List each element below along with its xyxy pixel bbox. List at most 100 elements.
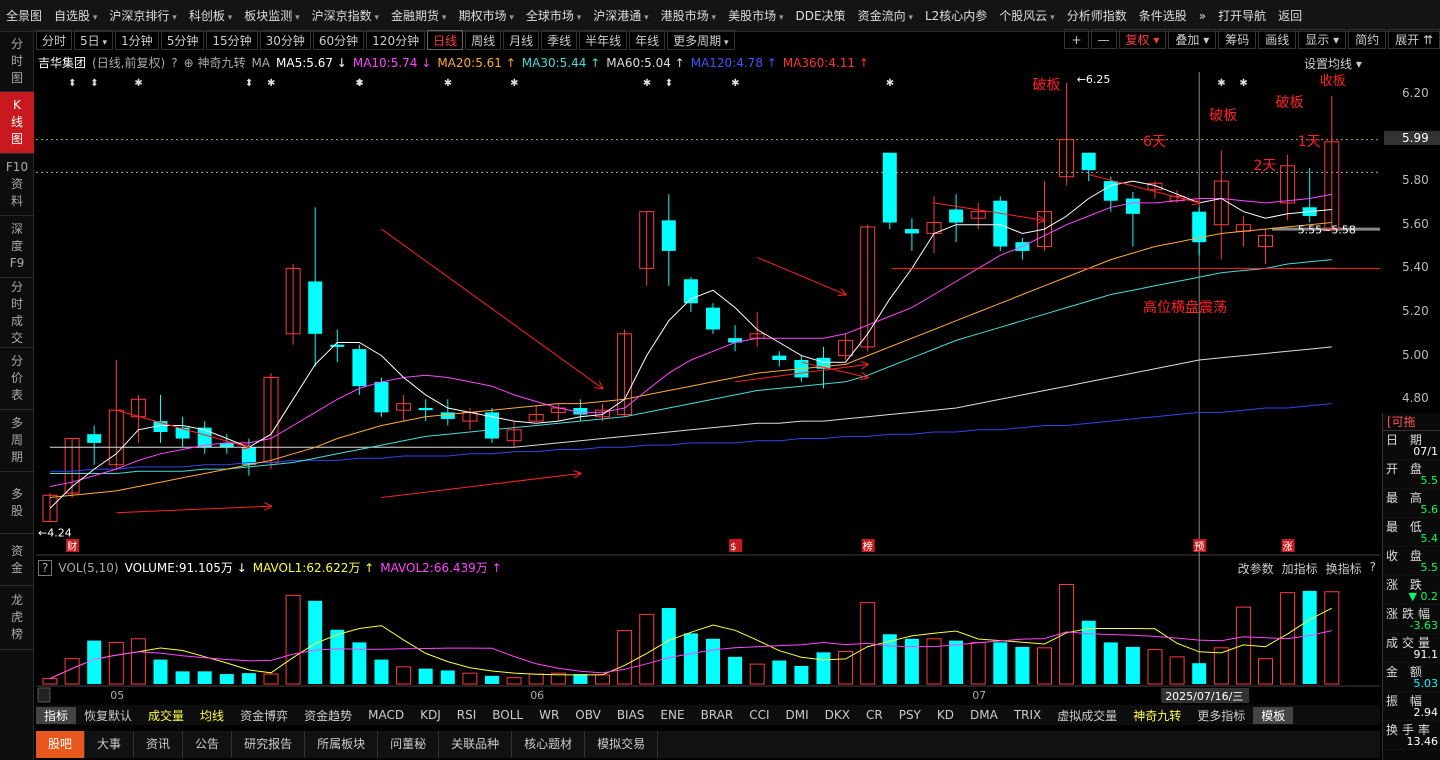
period-tab-15分钟[interactable]: 15分钟 — [206, 29, 258, 50]
volume-bar-down — [374, 659, 389, 684]
period-tab-30分钟[interactable]: 30分钟 — [259, 29, 311, 50]
indicator-成交量[interactable]: 成交量 — [140, 707, 192, 724]
chart-right-tools: + — 复权 ▾ 叠加 ▾ 筹码 画线 显示 ▾ 简约 展开 ⇈ — [1062, 28, 1440, 50]
indicator-BRAR[interactable]: BRAR — [693, 708, 742, 722]
bottom-tab-关联品种[interactable]: 关联品种 — [439, 731, 513, 758]
chart-tool-4[interactable]: 筹码 — [1218, 29, 1257, 49]
sidebar-item-1[interactable]: K 线 图 — [0, 92, 34, 154]
quote-value-2: 5.6 — [1420, 503, 1439, 516]
price-tick-0: 6.20 — [1402, 85, 1429, 100]
indicator-CCI[interactable]: CCI — [741, 708, 777, 722]
period-tab-年线[interactable]: 年线 — [629, 29, 666, 50]
indicator-虚拟成交量[interactable]: 虚拟成交量 — [1049, 707, 1125, 724]
bottom-tab-资讯[interactable]: 资讯 — [134, 731, 184, 758]
bottom-tab-股吧[interactable]: 股吧 — [36, 731, 86, 758]
bottom-tab-研究报告[interactable]: 研究报告 — [232, 731, 306, 758]
sidebar-item-2[interactable]: F10 资 料 — [0, 154, 34, 216]
indicator-OBV[interactable]: OBV — [567, 708, 609, 722]
indicator-恢复默认[interactable]: 恢复默认 — [76, 707, 140, 724]
indicator-ENE[interactable]: ENE — [652, 708, 692, 722]
indicator-DMI[interactable]: DMI — [778, 708, 817, 722]
period-tab-周线[interactable]: 周线 — [465, 29, 502, 50]
ma-legend-2[interactable]: ? — [171, 56, 177, 70]
indicator-BOLL[interactable]: BOLL — [484, 708, 531, 722]
bottom-tab-公告[interactable]: 公告 — [183, 731, 233, 758]
chart-tool-7[interactable]: 简约 — [1348, 29, 1387, 49]
period-tab-1分钟[interactable]: 1分钟 — [115, 29, 159, 50]
top-marker-8: ✱ — [510, 78, 518, 89]
vol-tool-3[interactable]: ? — [1370, 560, 1376, 577]
top-marker-14: ✱ — [1239, 78, 1247, 89]
vol-tool-1[interactable]: 加指标 — [1282, 560, 1318, 577]
sidebar-item-7[interactable]: 多 股 — [0, 472, 34, 534]
period-tab-月线[interactable]: 月线 — [503, 29, 540, 50]
indicator-DMA[interactable]: DMA — [962, 708, 1006, 722]
sidebar-item-0[interactable]: 分 时 图 — [0, 32, 34, 92]
bottom-tab-大事[interactable]: 大事 — [85, 731, 135, 758]
kline-chart-area[interactable]: 破板 ←6.25 6天 破板 2天 破板 1天 收板 高位横盘震荡 ←4.24 5.55~5.58 ⬍… — [36, 0, 1380, 760]
indicator-资金趋势[interactable]: 资金趋势 — [296, 707, 360, 724]
kline-chart-svg[interactable]: 破板 ←6.25 6天 破板 2天 破板 1天 收板高位横盘震荡 ←4.24 5.55~5.58 ⬍… — [36, 0, 1380, 760]
chart-tool-5[interactable]: 画线 — [1258, 29, 1297, 49]
period-tab-日线[interactable]: 日线 — [427, 29, 464, 50]
period-tab-5分钟[interactable]: 5分钟 — [160, 29, 205, 50]
period-tab-60分钟[interactable]: 60分钟 — [312, 29, 365, 50]
chart-tool-3[interactable]: 叠加 ▾ — [1168, 29, 1217, 49]
chart-tool-6[interactable]: 显示 ▾ — [1298, 29, 1347, 49]
chart-tool-8[interactable]: 展开 ⇈ — [1388, 29, 1440, 49]
period-tab-120分钟[interactable]: 120分钟 — [366, 29, 426, 50]
indicator-PSY[interactable]: PSY — [891, 708, 929, 722]
bottom-tab-所属板块[interactable]: 所属板块 — [305, 731, 379, 758]
quote-panel-header[interactable]: [可拖 — [1383, 413, 1440, 431]
ma-legend-8: MA30:5.44 ↑ — [521, 56, 601, 70]
indicator-资金博弈[interactable]: 资金博弈 — [232, 707, 296, 724]
indicator-模板[interactable]: 模板 — [1253, 706, 1294, 724]
sidebar-item-8[interactable]: 资 金 — [0, 534, 34, 586]
period-tab-5日[interactable]: 5日 — [74, 29, 114, 50]
sidebar-item-4[interactable]: 分 时 成 交 — [0, 278, 34, 348]
ma-legend-3[interactable]: ⊕ 神奇九转 — [184, 56, 246, 70]
indicator-BIAS[interactable]: BIAS — [609, 708, 653, 722]
quote-value-8: 5.03 — [1413, 677, 1439, 690]
sidebar-item-9[interactable]: 龙 虎 榜 — [0, 586, 34, 650]
bottom-tab-模拟交易[interactable]: 模拟交易 — [585, 731, 659, 758]
volume-bar-down — [197, 671, 212, 684]
indicator-神奇九转[interactable]: 神奇九转 — [1125, 707, 1189, 724]
ma-legend-0: 吉华集团 — [38, 56, 87, 70]
indicator-MACD[interactable]: MACD — [360, 708, 412, 722]
indicator-KDJ[interactable]: KDJ — [412, 708, 449, 722]
vol-help-icon[interactable]: ? — [38, 560, 53, 576]
indicator-WR[interactable]: WR — [531, 708, 567, 722]
indicator-KD[interactable]: KD — [929, 708, 962, 722]
period-tab-更多周期[interactable]: 更多周期 — [667, 29, 735, 50]
vol-tool-2[interactable]: 换指标 — [1326, 560, 1362, 577]
sidebar-item-6[interactable]: 多 周 期 — [0, 410, 34, 472]
volume-bar-up — [1037, 647, 1052, 685]
indicator-TRIX[interactable]: TRIX — [1006, 708, 1049, 722]
period-tab-半年线[interactable]: 半年线 — [579, 29, 628, 50]
chart-tool-1[interactable]: — — [1090, 29, 1117, 49]
bottom-tab-问董秘[interactable]: 问董秘 — [378, 731, 440, 758]
volume-bar-down — [706, 638, 720, 684]
indicator-RSI[interactable]: RSI — [449, 708, 485, 722]
period-tab-分时[interactable]: 分时 — [36, 29, 73, 50]
period-tab-季线[interactable]: 季线 — [541, 29, 578, 50]
indicator-均线[interactable]: 均线 — [192, 707, 232, 724]
chart-tool-0[interactable]: + — [1064, 29, 1089, 49]
quote-value-3: 5.4 — [1420, 532, 1439, 545]
chart-tool-2[interactable]: 复权 ▾ — [1118, 29, 1167, 49]
indicator-CR[interactable]: CR — [858, 708, 891, 722]
sidebar-item-3[interactable]: 深 度 F9 — [0, 216, 34, 278]
vol-tool-0[interactable]: 改参数 — [1238, 560, 1274, 577]
sidebar-item-5[interactable]: 分 价 表 — [0, 348, 34, 410]
top-marker-7: ✱ — [444, 78, 452, 89]
bottom-tab-核心题材[interactable]: 核心题材 — [512, 731, 586, 758]
indicator-更多指标[interactable]: 更多指标 — [1189, 707, 1253, 724]
ma-settings-button[interactable]: 设置均线 ▾ — [1304, 55, 1362, 72]
top-marker-13: ✱ — [1217, 78, 1225, 89]
trend-arrow-5 — [116, 506, 271, 514]
indicator-指标[interactable]: 指标 — [36, 706, 77, 724]
indicator-DKX[interactable]: DKX — [817, 708, 858, 722]
ma-legend-9: MA60:5.04 ↑ — [606, 56, 685, 70]
candle-body-down — [661, 220, 676, 251]
